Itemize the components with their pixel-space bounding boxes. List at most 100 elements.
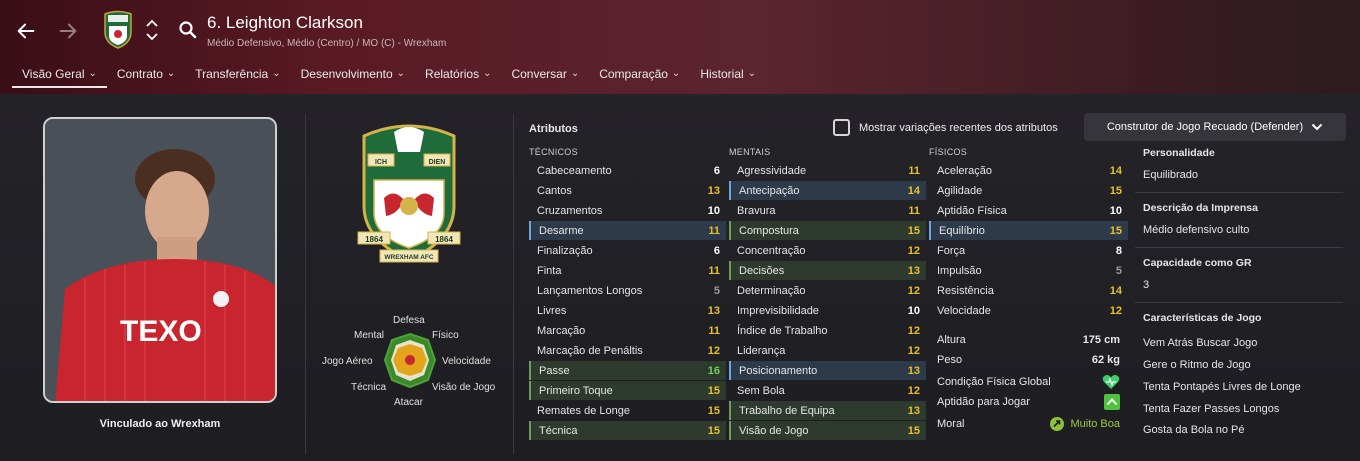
attribute-row-fisicos[interactable]: Velocidade 12 [929, 301, 1128, 320]
club-crest-icon[interactable] [102, 10, 134, 50]
attribute-name: Passe [539, 364, 570, 377]
attribute-row-tecnicos[interactable]: Técnica 15 [529, 421, 726, 440]
divider [305, 114, 306, 454]
attribute-row-tecnicos[interactable]: Cabeceamento 6 [529, 161, 726, 180]
attribute-name: Cantos [537, 184, 572, 197]
chevron-down-icon: ⌄ [166, 68, 176, 79]
chevron-updown-icon[interactable] [145, 17, 159, 43]
attribute-row-fisicos[interactable]: Aptidão Física 10 [929, 201, 1128, 220]
radar-label-tecnica: Técnica [351, 382, 387, 393]
attribute-row-tecnicos[interactable]: Cantos 13 [529, 181, 726, 200]
attribute-radar: Defesa Físico Velocidade Visão de Jogo A… [318, 312, 508, 416]
attribute-value: 12 [907, 244, 920, 257]
divider [1135, 247, 1343, 248]
attribute-name: Livres [537, 304, 567, 317]
attribute-row-mentais[interactable]: Determinação 12 [729, 281, 926, 300]
attribute-value: 6 [713, 164, 720, 177]
attribute-row-mentais[interactable]: Agressividade 11 [729, 161, 926, 180]
attribute-row-mentais[interactable]: Antecipação 14 [729, 181, 926, 200]
weight-row: Peso 62 kg [929, 350, 1128, 370]
attribute-name: Liderança [737, 344, 786, 357]
forward-button[interactable] [55, 16, 81, 46]
divider [1135, 302, 1343, 303]
tab-visao-geral[interactable]: Visão Geral ⌄ [12, 64, 107, 88]
morale-value-wrap: Muito Boa [1050, 417, 1120, 431]
attribute-row-tecnicos[interactable]: Cruzamentos 10 [529, 201, 726, 220]
attribute-row-fisicos[interactable]: Aceleração 14 [929, 161, 1128, 180]
weight-value: 62 kg [1091, 354, 1120, 366]
back-button[interactable] [13, 16, 39, 46]
player-name: 6. Leighton Clarkson [207, 13, 363, 32]
attribute-row-mentais[interactable]: Liderança 12 [729, 341, 926, 360]
tab-relatorios[interactable]: Relatórios ⌄ [415, 64, 501, 88]
attribute-row-tecnicos[interactable]: Passe 16 [529, 361, 726, 380]
tab-historial[interactable]: Historial ⌄ [690, 64, 766, 88]
attribute-name: Impulsão [937, 264, 982, 277]
tab-contrato[interactable]: Contrato ⌄ [107, 64, 185, 88]
attribute-value: 12 [907, 284, 920, 297]
attribute-name: Velocidade [937, 304, 991, 317]
attribute-row-tecnicos[interactable]: Marcação 11 [529, 321, 726, 340]
attribute-row-fisicos[interactable]: Equilíbrio 15 [929, 221, 1128, 240]
attribute-row-mentais[interactable]: Compostura 15 [729, 221, 926, 240]
heart-icon [1102, 375, 1120, 389]
gk-header: Capacidade como GR [1143, 257, 1252, 269]
attribute-row-tecnicos[interactable]: Finalização 6 [529, 241, 726, 260]
attribute-row-fisicos[interactable]: Força 8 [929, 241, 1128, 260]
gk-value: 3 [1143, 279, 1150, 291]
attribute-row-tecnicos[interactable]: Livres 13 [529, 301, 726, 320]
search-icon[interactable] [178, 20, 198, 40]
attribute-value: 12 [907, 384, 920, 397]
tab-conversar[interactable]: Conversar ⌄ [501, 64, 589, 88]
attribute-row-mentais[interactable]: Imprevisibilidade 10 [729, 301, 926, 320]
role-label: Construtor de Jogo Recuado (Defender) [1106, 121, 1304, 133]
attribute-value: 11 [908, 164, 920, 177]
attribute-row-tecnicos[interactable]: Finta 11 [529, 261, 726, 280]
condition-label: Condição Física Global [937, 376, 1051, 388]
role-dropdown[interactable]: Construtor de Jogo Recuado (Defender) [1084, 113, 1346, 141]
attribute-row-mentais[interactable]: Bravura 11 [729, 201, 926, 220]
attribute-row-mentais[interactable]: Sem Bola 12 [729, 381, 926, 400]
attribute-row-mentais[interactable]: Visão de Jogo 15 [729, 421, 926, 440]
attribute-row-fisicos[interactable]: Agilidade 15 [929, 181, 1128, 200]
checkbox[interactable] [833, 119, 850, 136]
tab-transferencia[interactable]: Transferência ⌄ [185, 64, 290, 88]
attribute-row-mentais[interactable]: Concentração 12 [729, 241, 926, 260]
attribute-value: 10 [707, 204, 720, 217]
attribute-value: 12 [907, 344, 920, 357]
attribute-value: 10 [1109, 204, 1122, 217]
attribute-row-tecnicos[interactable]: Remates de Longe 15 [529, 401, 726, 420]
attribute-value: 11 [708, 324, 720, 337]
radar-label-defesa: Defesa [393, 315, 425, 326]
contract-status: Vinculado ao Wrexham [99, 418, 221, 430]
trait-item: Vem Atrás Buscar Jogo [1143, 337, 1258, 349]
attribute-row-mentais[interactable]: Trabalho de Equipa 13 [729, 401, 926, 420]
attribute-value: 13 [707, 184, 720, 197]
radar-label-jogo-aereo: Jogo Aéreo [322, 356, 373, 367]
attribute-name: Desarme [539, 224, 584, 237]
attribute-value: 6 [713, 244, 720, 257]
trait-item: Tenta Fazer Passes Longos [1143, 403, 1280, 415]
attribute-row-tecnicos[interactable]: Marcação de Penáltis 12 [529, 341, 726, 360]
attribute-name: Primeiro Toque [539, 384, 613, 397]
attribute-row-mentais[interactable]: Decisões 13 [729, 261, 926, 280]
show-changes-toggle[interactable]: Mostrar variações recentes dos atributos [833, 119, 1058, 136]
morale-value: Muito Boa [1070, 418, 1120, 430]
radar-label-visao: Visão de Jogo [432, 382, 496, 393]
attribute-row-tecnicos[interactable]: Primeiro Toque 15 [529, 381, 726, 400]
attribute-name: Agressividade [737, 164, 807, 177]
attribute-row-mentais[interactable]: Posicionamento 13 [729, 361, 926, 380]
attribute-row-tecnicos[interactable]: Desarme 11 [529, 221, 726, 240]
attribute-row-mentais[interactable]: Índice de Trabalho 12 [729, 321, 926, 340]
attribute-row-tecnicos[interactable]: Lançamentos Longos 5 [529, 281, 726, 300]
match-fitness-label: Aptidão para Jogar [937, 396, 1030, 408]
press-value: Médio defensivo culto [1143, 224, 1250, 236]
player-header: 6. Leighton Clarkson Médio Defensivo, Mé… [0, 0, 1360, 94]
attribute-row-fisicos[interactable]: Resistência 14 [929, 281, 1128, 300]
attribute-row-fisicos[interactable]: Impulsão 5 [929, 261, 1128, 280]
chevron-down-icon [1311, 123, 1323, 131]
tab-desenvolvimento[interactable]: Desenvolvimento ⌄ [291, 64, 415, 88]
tab-comparacao[interactable]: Comparação ⌄ [589, 64, 690, 88]
attribute-name: Lançamentos Longos [537, 284, 643, 297]
tab-label: Transferência [195, 67, 269, 81]
